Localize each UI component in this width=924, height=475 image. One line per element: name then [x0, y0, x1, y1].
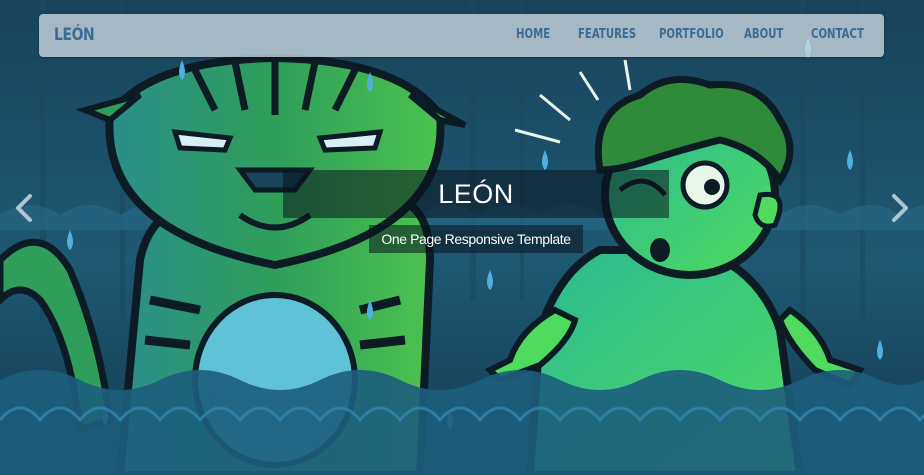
chevron-left-icon	[16, 194, 32, 222]
nav-item-features[interactable]: FEATURES	[578, 27, 636, 42]
carousel-prev-button[interactable]	[10, 190, 38, 226]
top-navbar: LEÓN HOME FEATURES PORTFOLIO ABOUT CONTA…	[39, 14, 884, 57]
nav-item-home[interactable]: HOME	[516, 27, 550, 42]
nav-item-contact[interactable]: CONTACT	[811, 27, 864, 42]
nav-menu: HOME FEATURES PORTFOLIO ABOUT CONTACT	[39, 14, 884, 57]
slide-subtitle: One Page Responsive Template	[369, 225, 583, 253]
hero-slider: LEÓN HOME FEATURES PORTFOLIO ABOUT CONTA…	[0, 0, 924, 475]
chevron-right-icon	[892, 194, 908, 222]
nav-item-about[interactable]: ABOUT	[744, 27, 783, 42]
nav-item-portfolio[interactable]: PORTFOLIO	[659, 27, 724, 42]
carousel-next-button[interactable]	[886, 190, 914, 226]
slide-title: LEÓN	[283, 170, 669, 218]
